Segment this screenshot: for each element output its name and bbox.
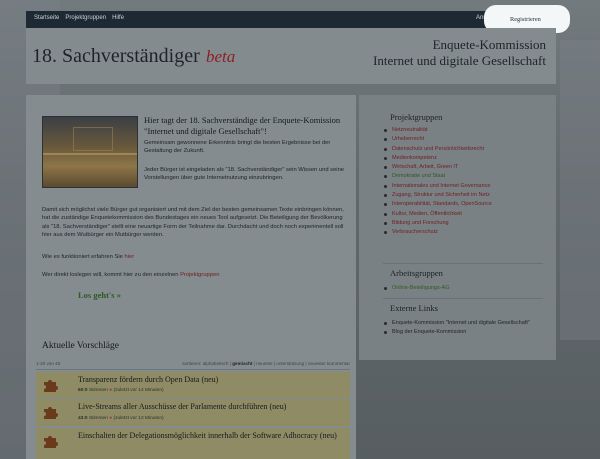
projektgruppe-link[interactable]: Internationales und Internet Governance	[383, 182, 492, 191]
proposal-meta: 60:0 Stimmen ● (zuletzt vor 14 Minuten)	[78, 388, 164, 393]
projektgruppe-link[interactable]: Urheberrecht	[383, 135, 492, 144]
puzzle-icon	[44, 380, 58, 392]
external-link[interactable]: Blog der Enquete-Kommission	[383, 328, 543, 337]
proposals-heading: Aktuelle Vorschläge	[42, 341, 119, 351]
proposal-item[interactable]: Live-Streams aller Ausschüsse der Parlam…	[36, 399, 350, 426]
hero-title: Hier tagt der 18. Sachverständige der En…	[144, 115, 341, 136]
hero-paragraph-2: Jeder Bürger ist eingeladen als "18. Sac…	[144, 167, 345, 182]
arbeitsgruppen-list: Online-Beteiligungs-AG	[383, 284, 449, 293]
hero-paragraph-1: Gemeinsam gewonnene Erkenntnis bringt di…	[144, 140, 331, 155]
sort-gemischt[interactable]: gemischt	[232, 361, 252, 366]
sort-neueste[interactable]: neueste	[256, 361, 272, 366]
hero-paragraph-3: Damit sich möglichst viele Bürger gut or…	[42, 207, 344, 239]
external-link[interactable]: Enquete-Kommission "Internet und digital…	[383, 319, 543, 328]
nav-link-projektgruppen[interactable]: Projektgruppen	[65, 15, 106, 21]
proposal-item[interactable]: Transparenz fördern durch Open Data (neu…	[36, 372, 350, 398]
proposal-item[interactable]: Einschalten der Delegationsmöglichkeit i…	[36, 428, 350, 459]
proposal-title[interactable]: Einschalten der Delegationsmöglichkeit i…	[78, 431, 348, 441]
projektgruppe-link[interactable]: Medienkompetenz	[383, 154, 492, 163]
sort-label: sortieren:	[182, 361, 202, 366]
proposals-sort-bar: 1-20 von 45 sortieren: alphabetisch | ge…	[36, 361, 350, 366]
register-button[interactable]: Registrieren	[510, 16, 541, 23]
projektgruppe-link[interactable]: Datenschutz und Persönlichkeitsrecht	[383, 145, 492, 154]
divider	[383, 298, 543, 299]
sort-alphabetisch[interactable]: alphabetisch	[203, 361, 229, 366]
projektgruppe-link[interactable]: Zugang, Struktur und Sicherheit im Netz	[383, 191, 492, 200]
nav-link-startseite[interactable]: Startseite	[34, 15, 59, 21]
divider	[383, 263, 543, 264]
arbeitsgruppe-link[interactable]: Online-Beteiligungs-AG	[383, 284, 449, 293]
projektgruppe-link[interactable]: Wirtschaft, Arbeit, Green IT	[383, 163, 492, 172]
nav-link-hilfe[interactable]: Hilfe	[112, 15, 124, 21]
los-gehts-button[interactable]: Los geht's »	[78, 290, 121, 300]
proposals-range: 1-20 von 45	[36, 361, 61, 366]
site-title[interactable]: 18. Sachverständiger	[32, 45, 200, 68]
how-it-works-link[interactable]: hier	[124, 254, 134, 260]
plenary-hall-photo	[42, 116, 138, 188]
how-it-works-text: Wie es funktioniert erfahren Sie hier	[42, 254, 135, 260]
externe-links-list: Enquete-Kommission "Internet und digital…	[383, 319, 543, 338]
puzzle-icon	[44, 407, 58, 419]
sort-neuester-kommentar[interactable]: neuester kommentar	[308, 361, 350, 366]
puzzle-icon	[44, 436, 58, 448]
proposal-title[interactable]: Live-Streams aller Ausschüsse der Parlam…	[78, 402, 286, 411]
projektgruppen-heading: Projektgruppen	[390, 112, 443, 122]
projektgruppe-link[interactable]: Netzneutralität	[383, 126, 492, 135]
projektgruppen-link[interactable]: Projektgruppen	[180, 272, 219, 278]
get-started-text: Wer direkt loslegen will, kommt hier zu …	[42, 272, 220, 278]
projektgruppen-list: Netzneutralität Urheberrecht Datenschutz…	[383, 126, 492, 238]
proposal-meta: 43:0 Stimmen ● (zuletzt vor 12 Minuten)	[78, 416, 164, 421]
background-shape	[560, 40, 600, 340]
arbeitsgruppen-heading: Arbeitsgruppen	[390, 268, 443, 278]
projektgruppe-link[interactable]: Interoperabilität, Standards, OpenSource	[383, 200, 492, 209]
projektgruppe-link[interactable]: Verbraucherschutz	[383, 228, 492, 237]
sort-unterstuetzung[interactable]: unterstützung	[276, 361, 304, 366]
top-navigation-bar: Startseite Projektgruppen Hilfe Anmelden	[26, 11, 556, 28]
proposal-title[interactable]: Transparenz fördern durch Open Data (neu…	[78, 375, 218, 384]
projektgruppe-link[interactable]: Bildung und Forschung	[383, 219, 492, 228]
beta-label: beta	[206, 47, 236, 66]
header-commission-line2: Internet und digitale Gesellschaft	[373, 53, 546, 68]
externe-links-heading: Externe Links	[390, 303, 438, 313]
top-nav-links: Startseite Projektgruppen Hilfe	[34, 15, 124, 21]
header-commission-line1: Enquete-Kommission	[432, 37, 546, 52]
divider	[36, 369, 350, 370]
projektgruppe-link[interactable]: Demokratie und Staat	[383, 172, 492, 181]
projektgruppe-link[interactable]: Kultur, Medien, Öffentlichkeit	[383, 210, 492, 219]
